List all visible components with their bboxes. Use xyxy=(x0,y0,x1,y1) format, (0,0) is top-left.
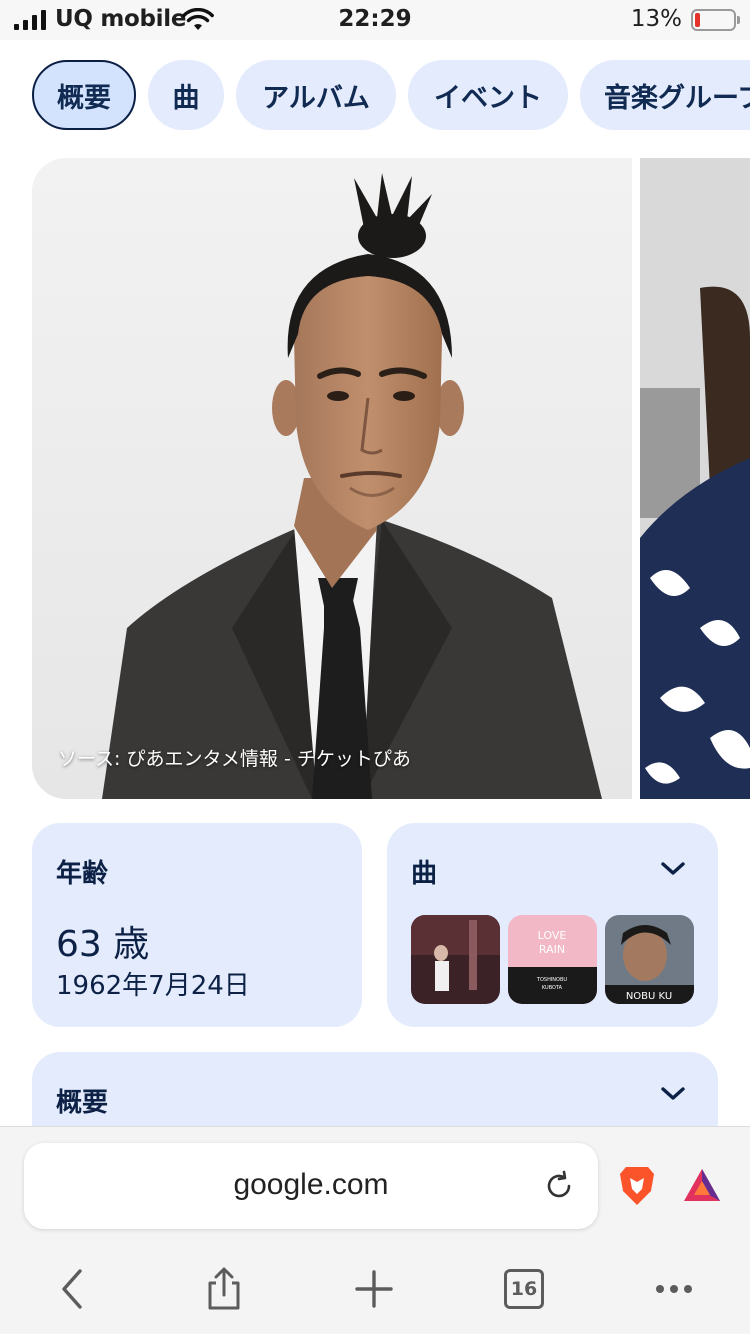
svg-text:TOSHINOBU: TOSHINOBU xyxy=(536,977,568,983)
more-icon[interactable] xyxy=(652,1267,696,1311)
overview-card-title: 概要 xyxy=(56,1088,109,1118)
chevron-down-icon[interactable] xyxy=(660,861,686,877)
category-chips: 概要 曲 アルバム イベント 音楽グループ xyxy=(32,60,750,132)
song-cover-image: LOVE RAIN TOSHINOBU KUBOTA xyxy=(508,915,597,1004)
chip-overview[interactable]: 概要 xyxy=(32,60,136,130)
address-bar[interactable]: google.com xyxy=(24,1143,598,1229)
song-thumbnail[interactable] xyxy=(411,915,500,1004)
artist-portrait-image xyxy=(32,158,632,799)
share-icon[interactable] xyxy=(202,1267,246,1311)
song-cover-image: NOBU KU xyxy=(605,915,694,1004)
battery-percentage: 13% xyxy=(630,6,682,32)
song-thumbnail[interactable]: LOVE RAIN TOSHINOBU KUBOTA xyxy=(508,915,597,1004)
new-tab-icon[interactable] xyxy=(352,1267,396,1311)
browser-toolbar: google.com 16 xyxy=(0,1126,750,1334)
songs-card[interactable]: 曲 LOVE RAIN TOSHINOBU KUBOTA NOBU KU xyxy=(387,823,718,1027)
secondary-portrait-image xyxy=(640,158,750,799)
song-thumbnail[interactable]: NOBU KU xyxy=(605,915,694,1004)
bat-rewards-icon[interactable] xyxy=(682,1167,722,1203)
svg-text:NOBU KU: NOBU KU xyxy=(626,991,672,1002)
back-icon[interactable] xyxy=(52,1267,96,1311)
battery-icon xyxy=(691,9,740,31)
battery-level xyxy=(695,13,700,27)
birth-date: 1962年7月24日 xyxy=(56,971,250,1001)
brave-shields-icon[interactable] xyxy=(618,1165,656,1207)
songs-card-title: 曲 xyxy=(411,859,438,889)
tabs-button[interactable]: 16 xyxy=(504,1269,544,1309)
svg-text:LOVE: LOVE xyxy=(538,929,567,942)
age-value: 63 歳 xyxy=(56,924,150,965)
age-card-title: 年齢 xyxy=(56,859,109,889)
svg-text:KUBOTA: KUBOTA xyxy=(542,985,563,991)
tab-count: 16 xyxy=(510,1278,538,1300)
status-bar: UQ mobile 22:29 13% xyxy=(0,0,750,40)
artist-photo[interactable]: ソース: ぴあエンタメ情報 - チケットぴあ xyxy=(32,158,632,799)
url-text[interactable]: google.com xyxy=(24,1168,598,1202)
svg-text:RAIN: RAIN xyxy=(539,943,565,956)
chip-events[interactable]: イベント xyxy=(408,60,568,130)
chip-songs[interactable]: 曲 xyxy=(148,60,224,130)
song-cover-image xyxy=(411,915,500,1004)
image-source-caption[interactable]: ソース: ぴあエンタメ情報 - チケットぴあ xyxy=(58,744,411,771)
chip-music-group[interactable]: 音楽グループ xyxy=(580,60,750,130)
reload-icon[interactable] xyxy=(542,1169,576,1203)
chip-albums[interactable]: アルバム xyxy=(236,60,396,130)
artist-photo-secondary[interactable] xyxy=(640,158,750,799)
age-card[interactable]: 年齢 63 歳 1962年7月24日 xyxy=(32,823,362,1027)
chevron-down-icon[interactable] xyxy=(660,1086,686,1102)
